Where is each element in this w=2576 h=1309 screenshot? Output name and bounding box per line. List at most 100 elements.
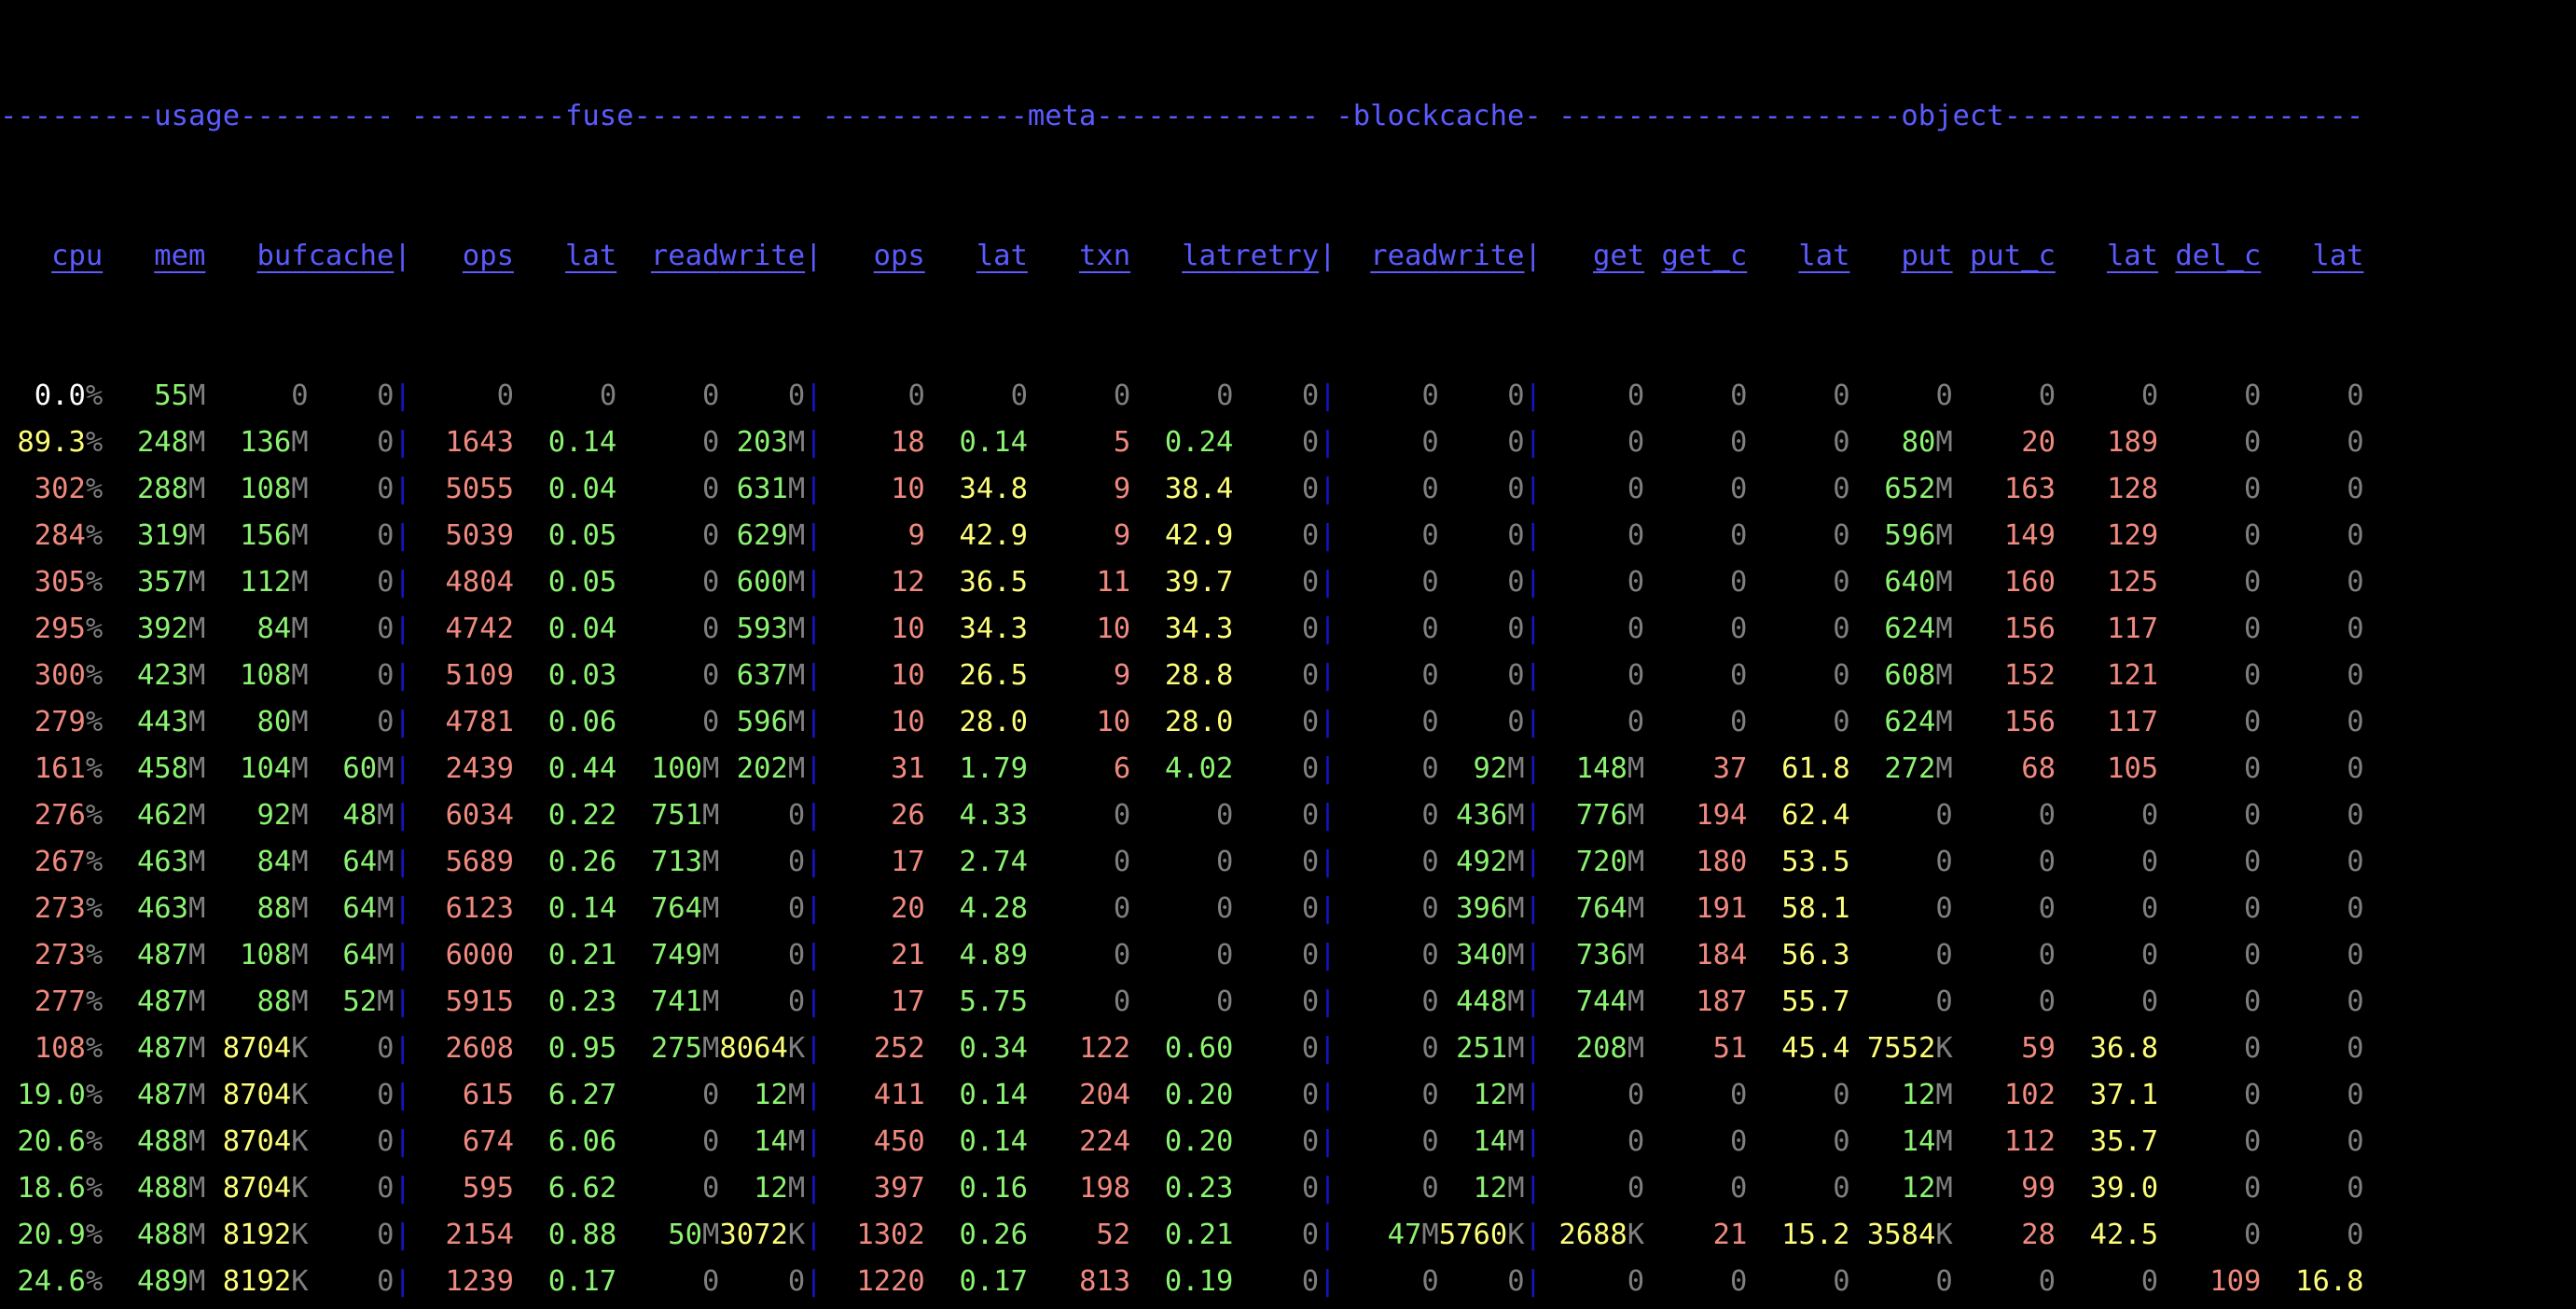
row-group-separator: | <box>394 985 411 1018</box>
cell-o_getc: 0 <box>1729 1265 1748 1298</box>
column-header-b_read[interactable]: read <box>1370 240 1438 272</box>
cell-m_ops: 9 <box>907 519 925 552</box>
column-header-o_lat2[interactable]: lat <box>2107 240 2158 272</box>
column-header-cache[interactable]: cache <box>309 240 395 272</box>
column-header-o_putc[interactable]: put_c <box>1970 240 2056 272</box>
column-header-f_ops[interactable]: ops <box>463 240 514 272</box>
cell-cache: 0 <box>377 1265 395 1298</box>
column-header-o_lat[interactable]: lat <box>1798 240 1849 272</box>
cell-pad <box>1542 519 1627 552</box>
column-header-m_ops[interactable]: ops <box>874 240 925 272</box>
cell-pad <box>1233 985 1301 1018</box>
cell-o_putc: 0 <box>2038 939 2056 971</box>
column-header-m_lat[interactable]: lat <box>976 240 1028 272</box>
cell-m_lat2: 0 <box>1216 892 1234 925</box>
cell-o_getc: 180 <box>1696 846 1748 878</box>
cell-pad <box>0 706 35 738</box>
cell-f_read: 100 <box>650 752 703 785</box>
cell-m_retry: 0 <box>1301 892 1320 925</box>
cell-unit-o_put: M <box>1935 473 1953 505</box>
cell-pad <box>2158 799 2244 832</box>
cell-pad <box>2056 1032 2090 1065</box>
cell-pad <box>1233 566 1301 599</box>
cell-unit-mem: M <box>188 613 206 645</box>
cell-pad <box>616 1032 651 1065</box>
cell-m_ops: 17 <box>891 846 925 878</box>
cell-pad <box>616 1172 702 1205</box>
cell-pad <box>719 1079 754 1111</box>
cell-o_lat2: 128 <box>2107 473 2159 505</box>
cell-pad <box>616 473 702 505</box>
cell-unit-o_get: M <box>1627 985 1645 1018</box>
cell-pad <box>925 939 960 971</box>
cell-pad <box>616 613 702 645</box>
cell-pad <box>411 1172 463 1205</box>
cell-unit-mem: M <box>188 939 206 971</box>
cell-unit-f_read: M <box>702 1219 720 1251</box>
cell-o_put: 12 <box>1901 1079 1936 1111</box>
cell-f_read: 751 <box>650 799 703 832</box>
cell-pad <box>823 473 891 505</box>
cell-f_lat: 0.14 <box>547 892 617 925</box>
stats-row: 302% 288M 108M 0| 5055 0.04 0 631M| 10 3… <box>0 466 2576 513</box>
cell-pad <box>1028 1219 1096 1251</box>
cell-pad <box>1439 706 1507 738</box>
cell-unit-buf: M <box>291 752 309 785</box>
stats-row: 20.6% 488M 8704K 0| 674 6.06 0 14M| 450 … <box>0 1119 2576 1165</box>
cell-m_lat: 42.9 <box>959 519 1028 552</box>
cell-pad <box>823 1125 874 1158</box>
column-header-m_txn[interactable]: txn <box>1079 240 1130 272</box>
cell-pad <box>1542 379 1627 412</box>
cell-o_get: 0 <box>1627 706 1645 738</box>
cell-pad <box>1130 519 1165 552</box>
stats-row: 300% 423M 108M 0| 5109 0.03 0 637M| 10 2… <box>0 653 2576 699</box>
cell-o_lat3: 0 <box>2347 426 2364 459</box>
cell-o_delc: 0 <box>2244 379 2262 412</box>
column-header-f_lat[interactable]: lat <box>565 240 616 272</box>
cell-pad <box>103 799 137 832</box>
cell-m_retry: 0 <box>1301 659 1320 692</box>
column-header-o_put[interactable]: put <box>1902 240 1953 272</box>
column-header-mem[interactable]: mem <box>154 240 205 272</box>
cell-cache: 0 <box>377 613 395 645</box>
cell-pad <box>1644 1032 1712 1065</box>
cell-pad <box>1850 1265 1936 1298</box>
cell-pad <box>823 1032 874 1065</box>
cell-m_retry: 0 <box>1301 1125 1320 1158</box>
cell-pad <box>1130 846 1216 878</box>
cell-m_lat: 34.3 <box>959 613 1028 645</box>
column-header-cpu[interactable]: cpu <box>51 240 103 272</box>
cell-pad <box>1336 985 1422 1018</box>
column-header-o_lat3[interactable]: lat <box>2312 240 2363 272</box>
cell-unit-f_write: M <box>787 613 806 645</box>
column-header-o_get[interactable]: get <box>1593 240 1644 272</box>
cell-pad <box>205 519 240 552</box>
row-group-separator: | <box>394 846 411 878</box>
column-header-f_write[interactable]: write <box>719 240 805 272</box>
column-header-m_retry[interactable]: retry <box>1233 240 1319 272</box>
cell-cache: 48 <box>342 799 378 832</box>
cell-unit-f_write: M <box>787 426 806 459</box>
cell-pad <box>2261 519 2347 552</box>
cell-unit-b_write: M <box>1507 846 1525 878</box>
cell-o_getc: 0 <box>1730 473 1748 505</box>
column-header-f_read[interactable]: read <box>651 240 719 272</box>
cell-pad <box>411 1125 463 1158</box>
cell-pad <box>2261 892 2347 925</box>
column-header-b_write[interactable]: write <box>1439 240 1525 272</box>
cell-pad <box>616 985 651 1018</box>
column-header-m_lat2[interactable]: lat <box>1182 240 1233 272</box>
row-group-separator: | <box>394 566 411 599</box>
cell-b_read: 0 <box>1421 613 1439 645</box>
cell-m_lat2: 0 <box>1216 799 1234 832</box>
cell-o_lat3: 0 <box>2347 659 2364 692</box>
column-header-buf[interactable]: buf <box>256 240 308 272</box>
cell-pad <box>1644 519 1730 552</box>
column-header-o_getc[interactable]: get_c <box>1661 240 1747 272</box>
cell-pad <box>1850 566 1885 599</box>
cell-o_lat: 15.2 <box>1781 1219 1850 1251</box>
cell-buf: 108 <box>240 939 292 971</box>
cell-o_lat: 58.1 <box>1781 892 1850 925</box>
column-header-o_delc[interactable]: del_c <box>2175 240 2261 272</box>
cell-pad <box>616 892 651 925</box>
